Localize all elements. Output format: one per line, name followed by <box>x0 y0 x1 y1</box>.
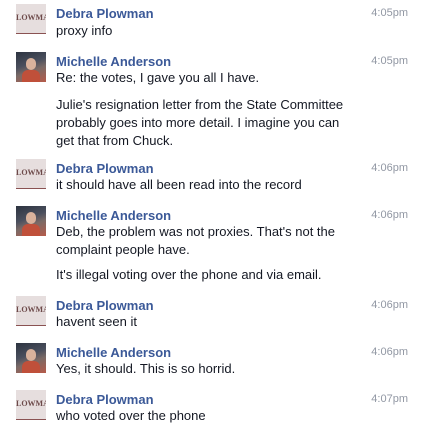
avatar-text: LOWMA <box>16 13 46 22</box>
timestamp: 4:06pm <box>371 299 408 311</box>
sender-name[interactable]: Debra Plowman <box>56 298 154 313</box>
sender-name[interactable]: Michelle Anderson <box>56 208 171 223</box>
avatar[interactable]: LOWMA <box>16 296 46 326</box>
message-text: complaint people have. <box>56 242 190 257</box>
avatar[interactable] <box>16 52 46 82</box>
message-text: who voted over the phone <box>56 408 206 423</box>
avatar[interactable]: LOWMA <box>16 159 46 189</box>
sender-name[interactable]: Debra Plowman <box>56 161 154 176</box>
message-text: proxy info <box>56 23 113 38</box>
timestamp: 4:06pm <box>371 162 408 174</box>
message-text: it should have all been read into the re… <box>56 177 302 192</box>
message-text: get that from Chuck. <box>56 133 174 148</box>
message-text: Re: the votes, I gave you all I have. <box>56 70 260 85</box>
message-text: havent seen it <box>56 314 137 329</box>
chat-thread: LOWMA Debra Plowman 4:05pm proxy info Mi… <box>0 0 430 435</box>
timestamp: 4:06pm <box>371 346 408 358</box>
timestamp: 4:07pm <box>371 393 408 405</box>
message-text: Deb, the problem was not proxies. That's… <box>56 224 336 239</box>
avatar[interactable]: LOWMA <box>16 390 46 420</box>
sender-name[interactable]: Debra Plowman <box>56 6 154 21</box>
timestamp: 4:06pm <box>371 209 408 221</box>
sender-name[interactable]: Michelle Anderson <box>56 54 171 69</box>
message-text: It's illegal voting over the phone and v… <box>56 267 322 282</box>
avatar-text: LOWMA <box>16 305 46 314</box>
message-text: Yes, it should. This is so horrid. <box>56 361 236 376</box>
avatar[interactable] <box>16 343 46 373</box>
timestamp: 4:05pm <box>371 55 408 67</box>
avatar-text: LOWMA <box>16 168 46 177</box>
avatar-text: LOWMA <box>16 399 46 408</box>
message-text: probably goes into more detail. I imagin… <box>56 115 340 130</box>
sender-name[interactable]: Michelle Anderson <box>56 345 171 360</box>
timestamp: 4:05pm <box>371 7 408 19</box>
avatar[interactable]: LOWMA <box>16 4 46 34</box>
sender-name[interactable]: Debra Plowman <box>56 392 154 407</box>
avatar[interactable] <box>16 206 46 236</box>
message-text: Julie's resignation letter from the Stat… <box>56 97 344 112</box>
